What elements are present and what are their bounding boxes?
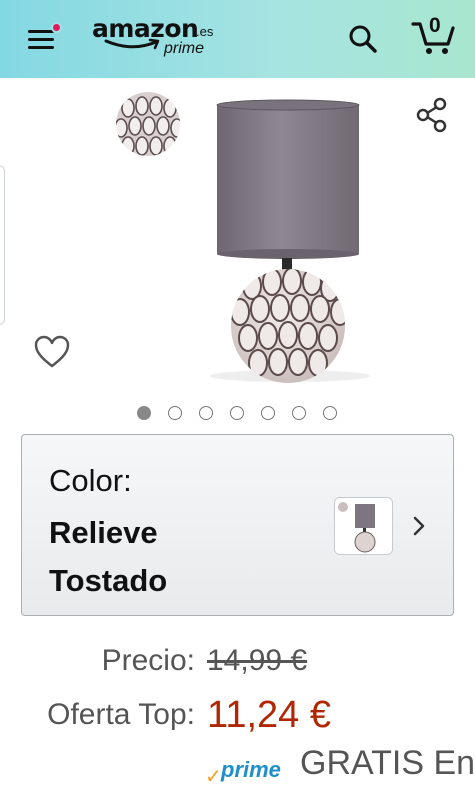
deal-price-row: Oferta Top: 11,24 € [0, 694, 475, 742]
carousel-dot[interactable] [261, 406, 275, 420]
side-drawer-handle[interactable] [0, 165, 5, 325]
carousel-dot[interactable] [230, 406, 244, 420]
product-thumbnail-circle[interactable] [116, 92, 180, 156]
share-icon [416, 97, 447, 133]
carousel-dot[interactable] [199, 406, 213, 420]
deal-price-label: Oferta Top: [47, 698, 195, 731]
color-value: Relieve Tostado [49, 515, 168, 598]
hamburger-icon [28, 30, 54, 33]
lamp-swatch-image [335, 498, 392, 554]
search-button[interactable] [346, 22, 380, 56]
color-label: Color: [49, 463, 132, 498]
carousel-dot[interactable] [168, 406, 182, 420]
color-selector[interactable]: Color: Relieve Tostado [21, 434, 454, 616]
list-price-value: 14,99 € [207, 644, 308, 677]
chevron-right-icon [413, 516, 425, 536]
carousel-dot[interactable] [323, 406, 337, 420]
carousel-dot[interactable] [292, 406, 306, 420]
logo-tld: .es [196, 24, 214, 39]
logo-prime: prime [164, 40, 205, 57]
smile-arrow-icon [104, 38, 160, 50]
list-price-row: Precio: 14,99 € [0, 644, 475, 688]
share-button[interactable] [414, 97, 450, 133]
hamburger-icon-line [28, 38, 54, 41]
prime-label: prime [221, 757, 281, 782]
heart-icon [34, 335, 70, 368]
delivery-row: ✓ prime GRATIS En [0, 742, 475, 792]
menu-button[interactable] [24, 22, 64, 56]
list-price-label: Precio: [101, 644, 195, 677]
table-lamp-image [210, 99, 370, 383]
search-icon [349, 25, 377, 53]
deal-price-value: 11,24 € [207, 694, 331, 736]
carousel-dot[interactable] [137, 406, 151, 420]
hamburger-icon-line [28, 46, 54, 49]
prime-check-icon: ✓ [205, 766, 222, 788]
cart-button[interactable]: 0 [410, 14, 456, 56]
wishlist-button[interactable] [34, 335, 70, 369]
product-main-image[interactable] [200, 98, 380, 388]
top-header: amazon .es prime 0 [0, 0, 475, 78]
amazon-prime-logo[interactable]: amazon .es prime [92, 14, 224, 62]
free-delivery-text: GRATIS En [300, 744, 475, 782]
lamp-base-pattern-image [116, 92, 180, 156]
image-carousel-dots[interactable] [137, 406, 337, 422]
notification-dot [51, 22, 62, 33]
color-swatch-image [334, 497, 393, 555]
cart-count: 0 [429, 14, 441, 37]
prime-badge: ✓ prime [205, 754, 289, 788]
